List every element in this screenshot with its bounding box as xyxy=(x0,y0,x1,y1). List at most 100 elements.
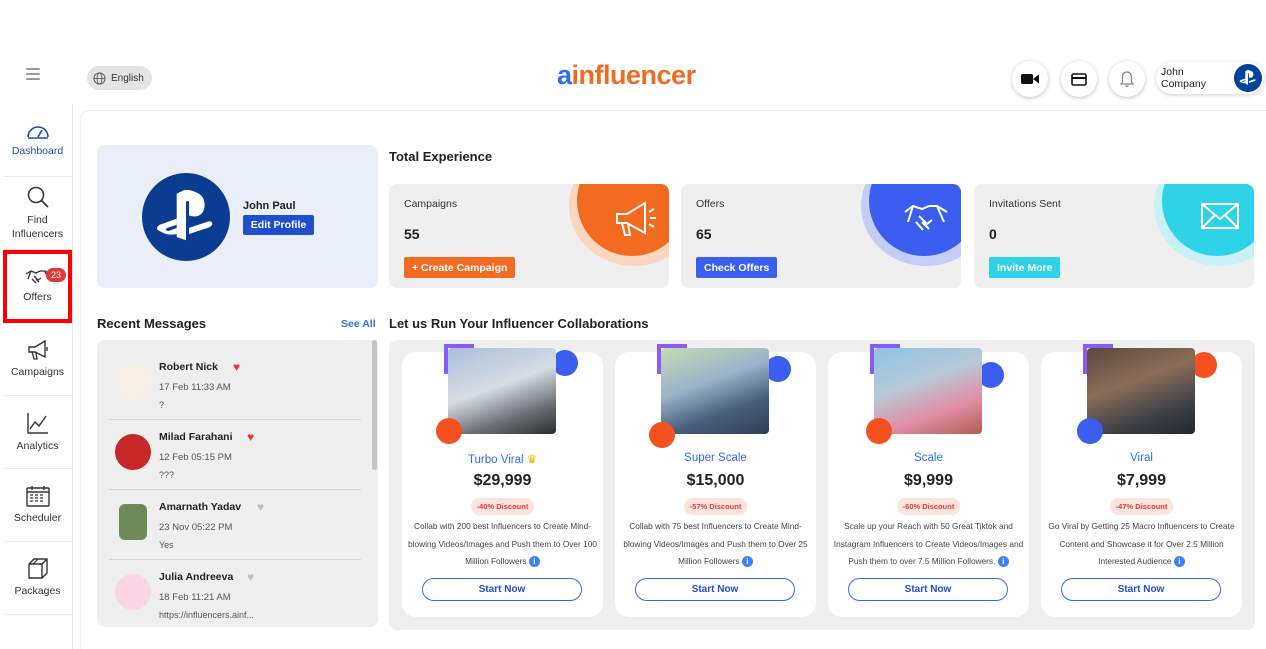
start-now-button[interactable]: Start Now xyxy=(1061,578,1221,601)
offers-count-badge: 23 xyxy=(46,268,67,283)
package-image xyxy=(448,348,556,434)
total-experience-title: Total Experience xyxy=(389,149,493,164)
package-card-super-scale: Super Scale $15,000 -57% Discount Collab… xyxy=(615,344,816,617)
top-bar: English ainfluencer John Company xyxy=(0,52,1266,104)
package-name: Turbo Viral ♛ xyxy=(467,454,538,466)
stat-value: 55 xyxy=(404,226,420,242)
message-preview: ??? xyxy=(159,470,175,480)
package-name: Super Scale xyxy=(684,452,747,464)
dashboard-gauge-icon xyxy=(26,126,49,139)
info-icon[interactable]: i xyxy=(997,556,1009,568)
billing-button[interactable] xyxy=(1061,61,1097,97)
info-icon[interactable]: i xyxy=(1173,556,1185,568)
notifications-button[interactable] xyxy=(1109,61,1145,97)
sidebar-item-label: Find Influencers xyxy=(11,213,64,240)
sidebar-item-packages[interactable]: Packages xyxy=(3,542,72,615)
message-item[interactable]: Julia Andreeva ♥ 18 Feb 11:21 AM https:/… xyxy=(109,560,361,627)
package-name: Scale xyxy=(914,452,943,464)
megaphone-icon xyxy=(27,339,48,360)
playstation-logo-icon xyxy=(1239,70,1256,85)
check-offers-button[interactable]: Check Offers xyxy=(696,257,778,278)
messages-scrollbar[interactable] xyxy=(372,340,377,470)
menu-icon[interactable] xyxy=(26,68,40,82)
heart-filled-icon[interactable]: ♥ xyxy=(233,360,240,374)
package-card-scale: Scale $9,999 -60% Discount Scale up your… xyxy=(828,344,1029,617)
message-preview: Yes xyxy=(159,540,174,550)
user-avatar xyxy=(1234,64,1262,92)
search-icon xyxy=(27,186,49,208)
package-description: Collab with 200 best Influencers to Crea… xyxy=(408,521,597,568)
handshake-icon xyxy=(904,204,948,231)
message-preview: https://influencers.ainf... xyxy=(159,610,255,620)
sidebar-item-analytics[interactable]: Analytics xyxy=(3,396,72,469)
start-now-button[interactable]: Start Now xyxy=(422,578,582,601)
discount-badge: -47% Discount xyxy=(1109,498,1174,515)
video-camera-icon xyxy=(1021,74,1039,84)
heart-outline-icon[interactable]: ♥ xyxy=(257,500,264,514)
package-description: Scale up your Reach with 50 Great Tiktok… xyxy=(833,521,1024,568)
message-item[interactable]: Milad Farahani ♥ 12 Feb 05:15 PM ??? xyxy=(109,420,361,490)
package-box-icon xyxy=(27,558,48,579)
package-price: $7,999 xyxy=(1117,472,1166,489)
package-name: Viral xyxy=(1130,452,1153,464)
message-sender: Milad Farahani xyxy=(159,431,233,443)
video-call-button[interactable] xyxy=(1012,61,1048,97)
sidebar-item-label: Packages xyxy=(14,584,61,597)
sidebar-item-campaigns[interactable]: Campaigns xyxy=(3,323,72,396)
message-item[interactable]: Robert Nick ♥ 17 Feb 11:33 AM ? xyxy=(109,350,361,420)
avatar xyxy=(115,434,151,470)
offers-stat-card: Offers 65 Check Offers xyxy=(681,184,961,288)
recent-messages-list: Robert Nick ♥ 17 Feb 11:33 AM ? Milad Fa… xyxy=(97,340,378,627)
message-preview: ? xyxy=(159,400,165,410)
user-name: John Company xyxy=(1161,66,1206,90)
avatar xyxy=(115,364,151,400)
sidebar-item-find-influencers[interactable]: Find Influencers xyxy=(3,177,72,250)
sidebar-item-dashboard[interactable]: Dashboard xyxy=(3,104,72,177)
discount-badge: -57% Discount xyxy=(683,498,748,515)
heart-filled-icon[interactable]: ♥ xyxy=(247,430,254,444)
sidebar-item-label: Dashboard xyxy=(11,144,64,157)
globe-icon xyxy=(93,71,106,85)
create-campaign-button[interactable]: + Create Campaign xyxy=(404,257,516,278)
language-selector[interactable]: English xyxy=(87,66,152,90)
megaphone-icon xyxy=(616,201,656,236)
message-sender: Amarnath Yadav xyxy=(159,501,242,513)
package-price: $29,999 xyxy=(473,472,532,489)
stat-label: Invitations Sent xyxy=(989,198,1061,210)
package-card-viral: Viral $7,999 -47% Discount Go Viral by G… xyxy=(1041,344,1242,617)
see-all-link[interactable]: See All xyxy=(341,318,376,330)
discount-badge: -40% Discount xyxy=(470,498,535,515)
user-menu[interactable]: John Company xyxy=(1156,62,1264,94)
profile-avatar[interactable] xyxy=(142,173,230,261)
start-now-button[interactable]: Start Now xyxy=(848,578,1008,601)
package-image xyxy=(1087,348,1195,434)
info-icon[interactable]: i xyxy=(741,556,753,568)
ainfluencer-logo[interactable]: ainfluencer xyxy=(557,60,696,91)
invite-more-button[interactable]: Invite More xyxy=(989,257,1061,278)
heart-outline-icon[interactable]: ♥ xyxy=(247,570,254,584)
stat-label: Offers xyxy=(696,198,725,210)
avatar xyxy=(119,504,147,540)
package-image xyxy=(661,348,769,434)
sidebar: Dashboard Find Influencers 23 Offers Cam… xyxy=(3,104,73,649)
info-icon[interactable]: i xyxy=(528,556,540,568)
package-price: $15,000 xyxy=(686,472,745,489)
bell-icon xyxy=(1119,71,1135,87)
credit-card-icon xyxy=(1071,72,1087,86)
sidebar-item-scheduler[interactable]: Scheduler xyxy=(3,469,72,542)
message-date: 12 Feb 05:15 PM xyxy=(159,452,232,463)
message-item[interactable]: Amarnath Yadav ♥ 23 Nov 05:22 PM Yes xyxy=(109,490,361,560)
packages-title: Let us Run Your Influencer Collaboration… xyxy=(389,316,649,331)
campaigns-stat-card: Campaigns 55 + Create Campaign xyxy=(389,184,669,288)
message-date: 23 Nov 05:22 PM xyxy=(159,522,233,533)
start-now-button[interactable]: Start Now xyxy=(635,578,795,601)
sidebar-item-label: Analytics xyxy=(16,439,59,452)
package-description: Collab with 75 best Influencers to Creat… xyxy=(623,521,808,568)
message-sender: Julia Andreeva xyxy=(159,571,234,583)
profile-card: John Paul Edit Profile xyxy=(97,145,378,288)
calendar-icon xyxy=(25,485,50,507)
package-image xyxy=(874,348,982,434)
edit-profile-button[interactable]: Edit Profile xyxy=(243,215,314,235)
message-sender: Robert Nick xyxy=(159,361,218,373)
sidebar-item-offers[interactable]: 23 Offers xyxy=(3,250,72,323)
